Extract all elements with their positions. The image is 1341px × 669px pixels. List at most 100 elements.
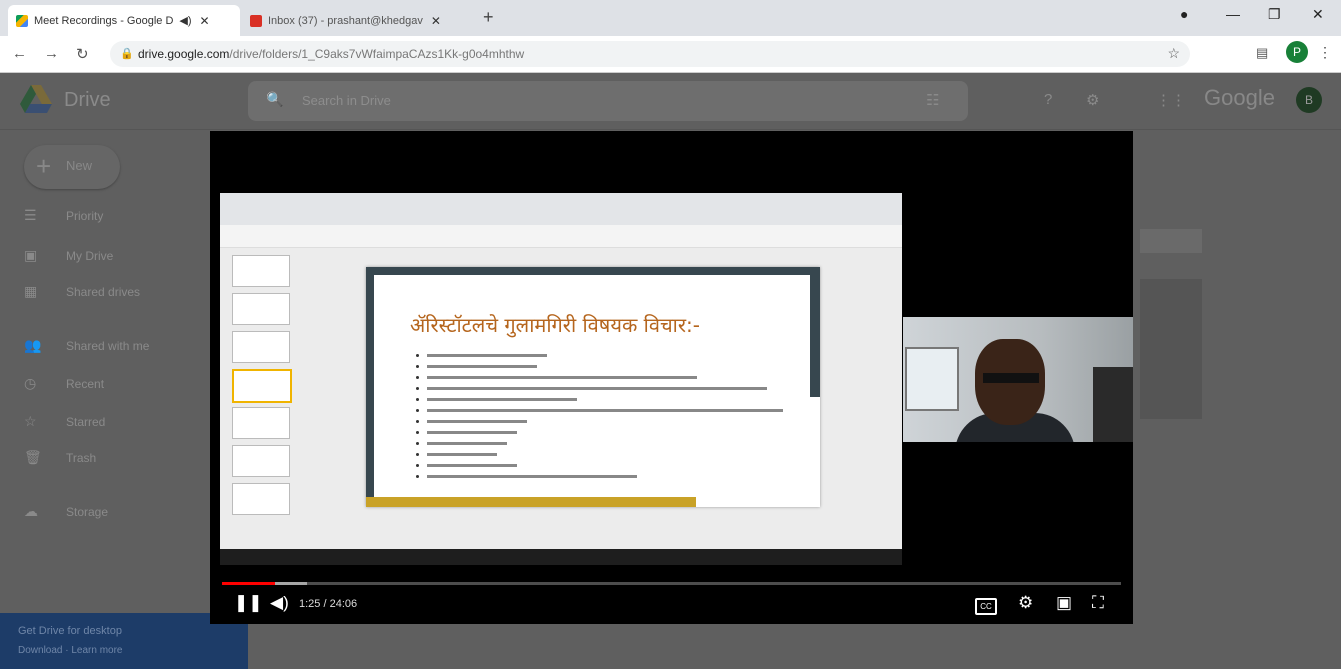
shared-drives-icon: ▦	[24, 283, 38, 299]
my-drive-icon: ▣	[24, 247, 38, 263]
slide-left-border	[366, 267, 374, 507]
miniplayer-icon[interactable]: ▣	[1056, 593, 1072, 613]
extension-icon[interactable]: ▤	[1256, 45, 1268, 61]
bullet-line	[416, 450, 806, 458]
sidebar-item-label: Shared drives	[66, 285, 141, 299]
file-tile[interactable]	[1140, 279, 1202, 419]
new-button-label: New	[66, 158, 93, 173]
search-icon: 🔍	[266, 91, 284, 107]
lock-icon[interactable]: 🔒	[120, 47, 134, 60]
bullet-line	[416, 395, 806, 403]
apps-grid-icon[interactable]: ⋮⋮	[1156, 91, 1186, 109]
slide-thumbnail	[232, 255, 290, 287]
bullet-line	[416, 351, 806, 359]
progress-bar[interactable]	[222, 582, 1121, 585]
trash-icon: 🗑	[24, 449, 42, 465]
time-display: 1:25 / 24:06	[299, 598, 358, 610]
bullet-line	[416, 373, 806, 381]
banner-actions[interactable]: Download · Learn more	[18, 645, 123, 656]
close-tab-icon[interactable]: ✕	[431, 14, 441, 28]
url-path: /drive/folders/1_C9aks7vWfaimpaCAzs1Kk-g…	[229, 47, 525, 61]
browser-menu-icon[interactable]: ⋮	[1318, 44, 1332, 61]
bullet-line	[416, 461, 806, 469]
slide-thumbnail	[232, 331, 290, 363]
screen-recording-frame: ॲरिस्टॉटलचे गुलामगिरी विषयक विचार:-	[220, 193, 902, 565]
slide-top-border	[366, 267, 820, 275]
tab-title: Inbox (37) - prashant@khedgav	[268, 14, 423, 27]
settings-gear-icon[interactable]: ⚙	[1018, 593, 1033, 613]
file-tile[interactable]	[1140, 229, 1202, 253]
sidebar-item-my-drive[interactable]: ▣ My Drive	[0, 243, 200, 271]
slide-thumbnails	[228, 255, 292, 545]
starred-icon: ☆	[24, 413, 37, 429]
url-host: drive.google.com	[138, 47, 230, 61]
drive-account-avatar[interactable]: B	[1296, 87, 1322, 113]
banner-title: Get Drive for desktop	[18, 625, 122, 637]
close-tab-icon[interactable]: ✕	[200, 14, 210, 28]
sidebar-item-priority[interactable]: ☰ Priority	[0, 203, 200, 231]
sidebar-item-recent[interactable]: ◷ Recent	[0, 371, 200, 399]
video-player[interactable]: ॲरिस्टॉटलचे गुलामगिरी विषयक विचार:- ❚❚ ◀…	[210, 131, 1133, 624]
recorded-taskbar	[220, 549, 902, 565]
bullet-line	[416, 417, 806, 425]
sidebar-item-label: Storage	[66, 505, 109, 519]
browser-tab-bar: Meet Recordings - Google D ◀) ✕ Inbox (3…	[0, 0, 1341, 36]
captions-button[interactable]: CC	[975, 598, 997, 615]
speaker-icon[interactable]: ◀)	[179, 14, 191, 27]
help-icon[interactable]: ?	[1044, 91, 1052, 108]
filter-icon[interactable]: ☷	[926, 91, 939, 109]
drive-header: Drive 🔍 Search in Drive ☷ ? ⚙ ⋮⋮ Google …	[0, 73, 1341, 130]
reload-icon[interactable]: ↻	[76, 45, 89, 63]
profile-avatar[interactable]: P	[1286, 41, 1308, 63]
drive-app-name: Drive	[64, 89, 111, 111]
sidebar-item-label: Starred	[66, 415, 106, 429]
priority-icon: ☰	[24, 207, 37, 223]
slide-thumbnail	[232, 445, 290, 477]
fullscreen-icon[interactable]: ⛶	[1092, 593, 1104, 613]
slide-right-border	[810, 267, 820, 397]
bookmark-star-icon[interactable]: ☆	[1167, 45, 1180, 62]
new-button[interactable]: + New	[24, 145, 120, 189]
forward-icon[interactable]: →	[44, 45, 59, 62]
tab-meet-recordings[interactable]: Meet Recordings - Google D ◀) ✕	[8, 5, 240, 36]
url-bar[interactable]: 🔒 drive.google.com/drive/folders/1_C9aks…	[110, 41, 1190, 67]
slide-bullets	[416, 351, 806, 483]
tab-title: Meet Recordings - Google D	[34, 14, 174, 27]
sidebar-item-shared-drives[interactable]: ▦ Shared drives	[0, 279, 200, 307]
drive-search-input[interactable]: 🔍 Search in Drive	[248, 81, 968, 121]
tab-inbox[interactable]: Inbox (37) - prashant@khedgav ✕	[242, 5, 474, 36]
drive-logo-icon	[20, 85, 52, 113]
search-placeholder: Search in Drive	[302, 93, 391, 108]
sidebar-item-starred[interactable]: ☆ Starred	[0, 409, 200, 437]
slide-thumbnail	[232, 483, 290, 515]
slide-title: ॲरिस्टॉटलचे गुलामगिरी विषयक विचार:-	[410, 313, 700, 337]
new-tab-button[interactable]: +	[483, 7, 494, 28]
sidebar-item-label: Priority	[66, 209, 104, 223]
bullet-line	[416, 406, 806, 414]
back-icon[interactable]: ←	[12, 45, 27, 62]
close-window-icon[interactable]: ✕	[1312, 6, 1324, 23]
slide-gold-border	[366, 497, 696, 507]
restore-icon[interactable]: ❐	[1268, 6, 1281, 23]
volume-icon[interactable]: ◀)	[270, 593, 289, 613]
settings-gear-icon[interactable]: ⚙	[1086, 91, 1099, 109]
recorded-slides-toolbar	[220, 225, 902, 248]
sidebar-item-label: Shared with me	[66, 339, 150, 353]
bullet-line	[416, 428, 806, 436]
record-indicator-icon: ●	[1180, 6, 1189, 22]
storage-icon: ☁	[24, 503, 38, 519]
slide-thumbnail-selected	[232, 369, 292, 403]
recorded-browser-chrome	[220, 193, 902, 225]
plus-icon: +	[36, 151, 52, 181]
minimize-icon[interactable]: —	[1226, 6, 1240, 22]
pause-icon[interactable]: ❚❚	[234, 593, 263, 613]
presentation-slide: ॲरिस्टॉटलचे गुलामगिरी विषयक विचार:-	[366, 267, 820, 507]
gmail-favicon-icon	[250, 14, 262, 27]
sidebar-item-label: Recent	[66, 377, 105, 391]
slide-thumbnail	[232, 293, 290, 325]
sidebar-item-label: My Drive	[66, 249, 114, 263]
sidebar-item-shared-with-me[interactable]: 👥 Shared with me	[0, 333, 200, 361]
sidebar-item-storage[interactable]: ☁ Storage	[0, 499, 200, 527]
sidebar-item-trash[interactable]: 🗑 Trash	[0, 445, 200, 473]
progress-played	[222, 582, 276, 585]
